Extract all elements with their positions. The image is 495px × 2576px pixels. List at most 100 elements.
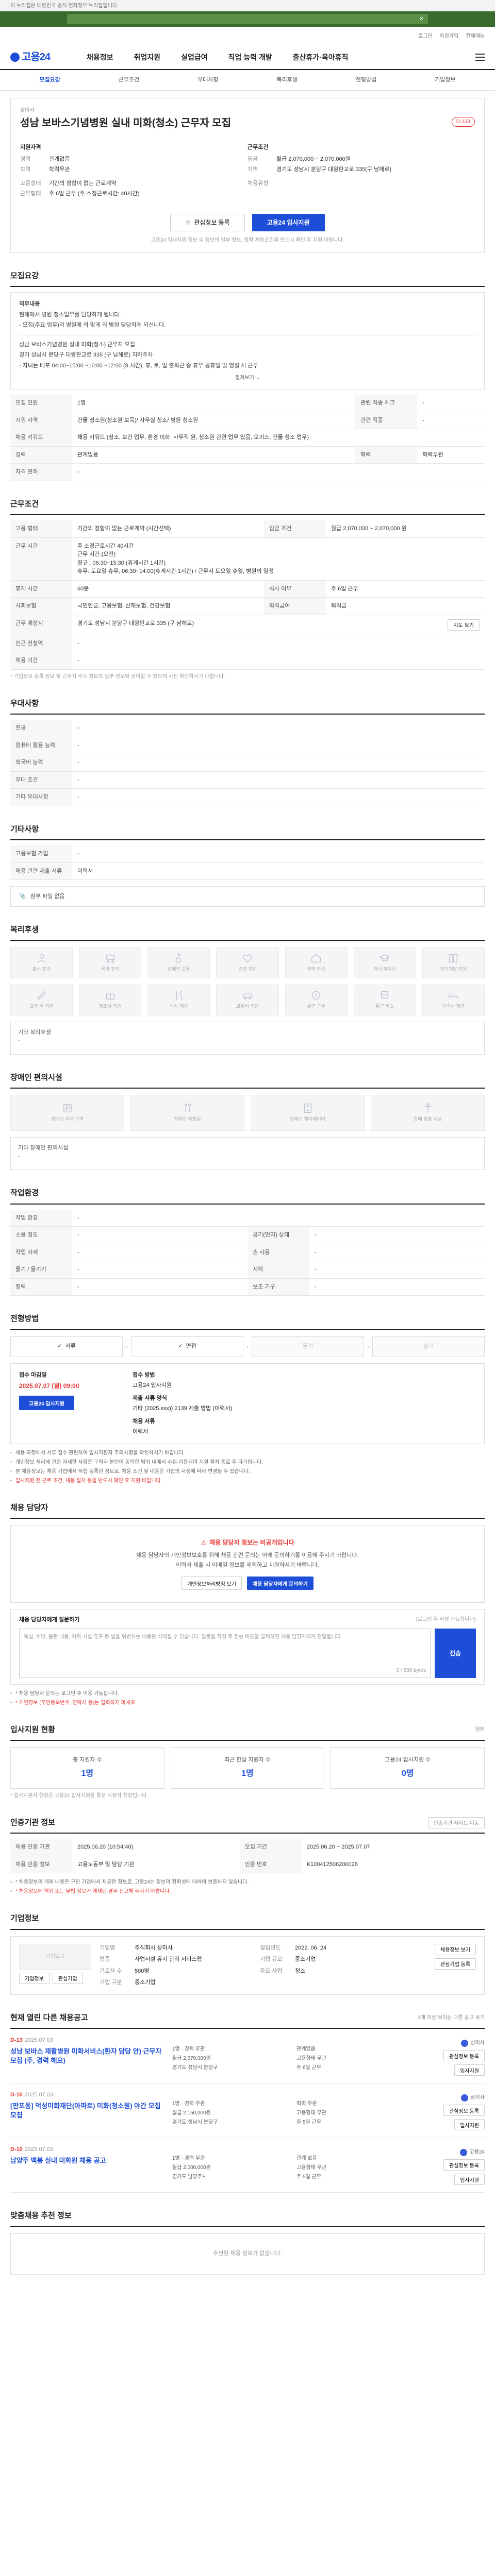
- section-title: 입사지원 현황: [10, 1725, 55, 1734]
- guide-item: 본 채용정보는 채용 기업에서 직접 등록한 정보로, 채용 조건 및 내용은 …: [10, 1468, 485, 1476]
- job-title: 성남 보바스기념병원 실내 미화(청소) 근무자 모집: [20, 117, 232, 129]
- tab-prefer[interactable]: 우대사항: [169, 76, 248, 84]
- condition-col: 근무조건 임금 월급 2,070,000 ~ 2,070,000원 지역 경기도 성…: [248, 143, 475, 200]
- sim-title-link[interactable]: 성남 보바스 재활병원 미화서비스(환자 담당 안) 근무자 모집 (주, 경력…: [10, 2047, 165, 2065]
- method-label: 접수 방법: [133, 1371, 155, 1378]
- gnb-item[interactable]: 직업 능력 개발: [228, 52, 272, 63]
- row-value: 2025.06.20 ~ 2025.07.07: [301, 1839, 485, 1856]
- company-value: 중소기업: [295, 1956, 316, 1962]
- company-info-button[interactable]: 기업정보: [19, 1972, 50, 1984]
- sitemap-link[interactable]: 전체메뉴: [466, 32, 485, 40]
- welfare-item: 출산 휴가: [10, 947, 73, 978]
- work-env-table: 작업 환경 - 소음 정도 - 공기(먼지) 상태 - 작업 자세 - 손 사용 - 들기 /…: [10, 1209, 485, 1296]
- gnb-item[interactable]: 실업급여: [181, 52, 208, 63]
- map-button[interactable]: 지도 보기: [448, 619, 480, 631]
- sim-apply-button[interactable]: 입사지원: [454, 2119, 485, 2130]
- summary-value: 기간의 정함이 없는 근로계약: [49, 180, 117, 187]
- section-recruit: 모집요강 직무내용 현해에서 병원 청소업무를 담당하게 됩니다. - 모집(주…: [10, 270, 485, 481]
- company-follow-button[interactable]: 관심기업 등록: [435, 1958, 476, 1970]
- sim-date: 2025.07.03: [24, 2146, 53, 2153]
- process-steps: ✓ 서류 › ✓ 면접 › 필기 › 실기: [10, 1336, 485, 1357]
- row-value: 건물 청소원(청소원 보육)/ 사무실 청소/ 병원 청소원: [72, 412, 356, 429]
- sim-title-link[interactable]: [판포동] 덕성미화재단(아파트) 미화(청소원) 야간 모집 모집: [10, 2102, 165, 2120]
- tab-company[interactable]: 기업정보: [406, 76, 485, 84]
- row-key: 휴게 시간: [10, 580, 72, 598]
- gnb-item[interactable]: 출산휴가·육아휴직: [293, 52, 349, 63]
- site-logo[interactable]: 고용24: [10, 49, 67, 65]
- tab-condition[interactable]: 근무조건: [89, 76, 168, 84]
- table-row: 근무 시간 주 소정근로시간 40시간 근무 시간:(오전) 정규 : 06:30…: [10, 537, 485, 581]
- sim-meta-item: 고용형태 무관: [296, 2165, 326, 2171]
- ask-button[interactable]: 채용 담당자에게 문의하기: [247, 1577, 314, 1590]
- menu-icon[interactable]: [475, 54, 485, 61]
- row-value: -: [72, 652, 485, 670]
- sim-company: 고용24: [460, 2148, 485, 2156]
- admin-link-button[interactable]: 인증기관 사이트 이동: [427, 1817, 485, 1828]
- stroller-icon: [106, 954, 114, 963]
- gnb-item[interactable]: 취업지원: [134, 52, 161, 63]
- privacy-button[interactable]: 개인정보처리방침 보기: [182, 1577, 242, 1590]
- desc-line: - 자녀는 배포 04:00~15:00 ~16:00 ~12:00 (8 시간…: [19, 362, 258, 369]
- inquiry-input[interactable]: 욕설, 비방, 음란 내용, 허위 사실 유포 등 법을 위반하는 내용은 삭제…: [19, 1628, 431, 1678]
- close-icon[interactable]: ✕: [419, 15, 424, 24]
- recommend-empty: 추천된 채용 정보가 없습니다.: [10, 2233, 485, 2275]
- inquiry-placeholder: 욕설, 비방, 음란 내용, 허위 사실 유포 등 법을 위반하는 내용은 삭제…: [24, 1634, 342, 1640]
- gnb-item[interactable]: 채용정보: [87, 52, 113, 63]
- sim-scrap-button[interactable]: 관심정보 등록: [443, 2050, 485, 2061]
- company-jobs-button[interactable]: 채용정보 보기: [435, 1943, 476, 1955]
- apply-button[interactable]: 고용24 입사지원: [19, 1396, 75, 1410]
- company-box: 기업로고 기업정보 관심기업 기업명 주식회사 상미사 설립년도 2022. 06.…: [10, 1936, 485, 1995]
- company-fav-button[interactable]: 관심기업: [52, 1972, 83, 1984]
- facility-etc-value: -: [18, 1153, 20, 1160]
- summary-row: 근무형태 주 6일 근무 (주 소정근로시간: 40시간): [20, 190, 248, 198]
- logo-icon: [10, 53, 20, 62]
- row-value: 관계없음: [72, 446, 356, 464]
- login-link[interactable]: 로그인: [418, 32, 433, 40]
- detail-tabs: 모집요강 근무조건 우대사항 복리후생 전형방법 기업정보: [0, 70, 495, 91]
- row-key: 청력: [10, 1278, 72, 1296]
- sim-dday: D-13: [10, 2037, 23, 2043]
- status-card: 고용24 입사지원 수 0명: [331, 1747, 485, 1789]
- status-aside: 현재: [475, 1727, 485, 1733]
- deadline-value: 2025.07.07 (월) 09:00: [19, 1382, 79, 1389]
- arrow-right-icon: ›: [367, 1343, 369, 1350]
- tab-process[interactable]: 전형방법: [326, 76, 405, 84]
- row-key: 작업 자세: [10, 1244, 72, 1261]
- send-button[interactable]: 전송: [435, 1628, 476, 1678]
- sim-dday: D-10: [10, 2146, 23, 2153]
- row-key: 근무 시간: [10, 537, 72, 581]
- table-row: 사회보험 국민연금, 고용보험, 산재보험, 건강보험 퇴직급여 퇴직금: [10, 597, 485, 615]
- row-key: 인근 전철역: [10, 635, 72, 652]
- expand-link[interactable]: 펼쳐보기 ⌄: [19, 374, 476, 382]
- table-row: 우대 조건 -: [10, 771, 485, 789]
- sim-company: 상미사: [461, 2039, 485, 2047]
- summary-value: 관계없음: [49, 156, 70, 162]
- sim-scrap-button[interactable]: 관심정보 등록: [443, 2159, 485, 2171]
- company-logo-icon: [461, 2039, 469, 2047]
- similar-aside[interactable]: 1개 이상 보이는 다른 공고 보기: [418, 2014, 485, 2022]
- site-header: 고용24 채용정보 취업지원 실업급여 직업 능력 개발 출산휴가·육아휴직: [0, 45, 495, 70]
- status-note: * 입사지원자 현황은 고용24 입사지원을 통한 지원자 현황입니다.: [10, 1792, 148, 1799]
- table-row: 채용 인증 기관 2025.06.20 (10:54:40) 모집 기간 2025.0…: [10, 1839, 485, 1856]
- section-title-row: 인증기관 정보 인증기관 사이트 이동: [10, 1817, 485, 1834]
- sim-title-link[interactable]: 남양주 백봉 실내 미화원 채용 공고: [10, 2156, 165, 2165]
- row-value: 채용 키워드 (청소, 보건 업무, 환경 미화, 사무직 원, 청소원 관련 …: [72, 429, 485, 447]
- section-title-row: 현재 열린 다른 채용공고 1개 이상 보이는 다른 공고 보기: [10, 2012, 485, 2029]
- company-key: 기업 규모: [260, 1956, 283, 1962]
- bed-icon: [449, 993, 458, 998]
- row-value: 월급 2,070,000 ~ 2,070,000 원: [325, 520, 485, 538]
- sim-meta-item: 고용형태 무관: [296, 2110, 326, 2116]
- sim-scrap-button[interactable]: 관심정보 등록: [443, 2105, 485, 2116]
- note-item: * 채용정보의 게재 내용은 구인 기업에서 제공한 정보로, 고용24는 정보…: [10, 1878, 485, 1886]
- tab-recruit[interactable]: 모집요강: [10, 76, 89, 84]
- tab-welfare[interactable]: 복리후생: [248, 76, 326, 84]
- apply-button[interactable]: 고용24 입사지원: [252, 213, 325, 231]
- company-key: 설립년도: [260, 1944, 281, 1951]
- gov-notice: 이 누리집은 대한민국 공식 전자정부 누리집입니다.: [0, 0, 495, 11]
- sim-apply-button[interactable]: 입사지원: [454, 2174, 485, 2185]
- join-link[interactable]: 회원가입: [439, 32, 458, 40]
- scrap-button[interactable]: ☆ 관심정보 등록: [170, 213, 245, 231]
- sim-apply-button[interactable]: 입사지원: [454, 2064, 485, 2076]
- banner[interactable]: ✕: [67, 14, 428, 24]
- contact-desc: 이력서 제출 시 이메일 정보를 제외하고 지원하시기 바랍니다.: [176, 1562, 319, 1568]
